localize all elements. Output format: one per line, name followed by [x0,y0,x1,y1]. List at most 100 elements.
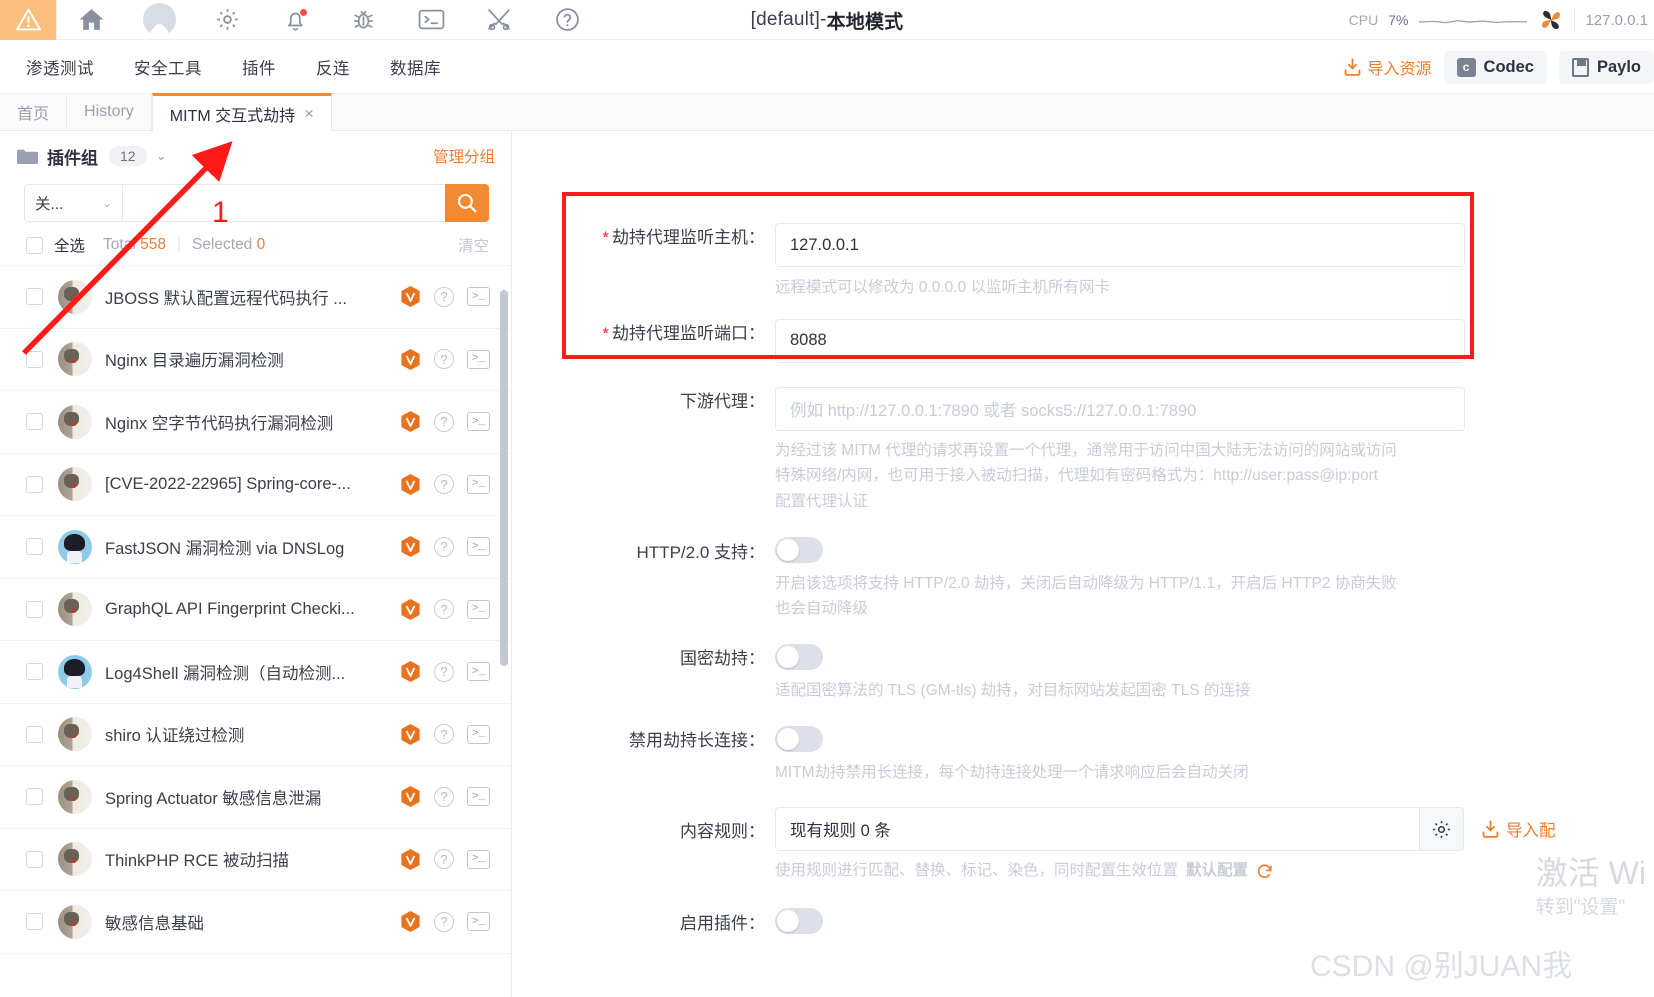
bell-icon[interactable] [261,0,329,40]
enable-plugin-toggle[interactable] [775,908,823,935]
help-icon[interactable]: ? [434,786,454,807]
yakit-hex-icon[interactable] [400,723,421,746]
pinwheel-icon[interactable] [1538,7,1564,33]
refresh-icon[interactable] [1256,863,1273,880]
help-icon[interactable]: ? [434,286,454,307]
codec-button[interactable]: c Codec [1443,50,1547,84]
list-item[interactable]: shiro 认证绕过检测 ? >_ [0,704,512,766]
help-icon[interactable]: ? [434,911,454,932]
content-rules-settings-button[interactable] [1420,807,1464,852]
content-rules-input[interactable]: 现有规则 0 条 [775,807,1420,852]
plugin-list-scrollbar[interactable] [500,290,508,666]
help-icon[interactable]: ? [434,724,454,745]
help-icon[interactable] [533,0,601,40]
terminal-icon[interactable]: >_ [467,474,490,494]
http2-toggle[interactable] [775,537,823,564]
terminal-icon[interactable] [397,0,465,40]
help-icon[interactable]: ? [434,661,454,682]
yakit-hex-icon[interactable] [400,285,421,308]
list-item[interactable]: Nginx 目录遍历漏洞检测 ? >_ [0,329,512,391]
list-item[interactable]: ThinkPHP RCE 被动扫描 ? >_ [0,829,512,891]
search-scope-select[interactable]: 关... ⌄ [24,184,122,222]
terminal-icon[interactable]: >_ [467,787,490,807]
bug-icon[interactable] [329,0,397,40]
help-icon[interactable]: ? [434,536,454,557]
list-item[interactable]: 敏感信息基础 ? >_ [0,891,512,954]
disable-keepalive-toggle[interactable] [775,725,823,752]
menu-item-database[interactable]: 数据库 [370,40,461,94]
plugin-checkbox[interactable] [26,913,43,931]
menu-item-pentest[interactable]: 渗透测试 [6,40,114,94]
terminal-icon[interactable]: >_ [467,912,490,932]
help-icon[interactable]: ? [434,599,454,620]
plugin-name: shiro 认证绕过检测 [105,727,245,746]
terminal-icon[interactable]: >_ [467,349,490,369]
select-all-checkbox[interactable] [26,236,43,254]
terminal-icon[interactable]: >_ [467,287,490,307]
downstream-proxy-input[interactable]: 例如 http://127.0.0.1:7890 或者 socks5://127… [775,386,1465,431]
yakit-hex-icon[interactable] [400,910,421,933]
warning-triangle-icon[interactable] [0,0,57,40]
list-item[interactable]: GraphQL API Fingerprint Checki... ? >_ [0,579,512,641]
plugin-checkbox[interactable] [26,350,43,368]
home-icon[interactable] [57,0,125,40]
listen-host-input[interactable]: 127.0.0.1 [775,223,1465,267]
tab-mitm[interactable]: MITM 交互式劫持 × [151,93,333,131]
user-avatar-icon[interactable] [125,0,193,40]
help-icon[interactable]: ? [434,474,454,495]
plugin-checkbox[interactable] [26,288,43,306]
help-icon[interactable]: ? [434,411,454,432]
yakit-hex-icon[interactable] [400,473,421,496]
list-item[interactable]: Log4Shell 漏洞检测（自动检测... ? >_ [0,641,512,704]
plugin-checkbox[interactable] [26,788,43,806]
terminal-icon[interactable]: >_ [467,662,490,682]
close-icon[interactable]: × [304,104,314,124]
menu-item-reverse-shell[interactable]: 反连 [296,40,370,94]
list-item[interactable]: [CVE-2022-22965] Spring-core-... ? >_ [0,454,512,516]
default-config-link[interactable]: 默认配置 [1186,859,1248,884]
tools-icon[interactable] [465,0,533,40]
yakit-hex-icon[interactable] [400,410,421,433]
plugin-checkbox[interactable] [26,663,43,681]
plugin-checkbox[interactable] [26,538,43,556]
listen-port-input[interactable]: 8088 [775,318,1465,363]
plugin-checkbox[interactable] [26,850,43,868]
manage-groups-link[interactable]: 管理分组 [433,145,495,167]
tab-history[interactable]: History [67,94,152,130]
payload-button[interactable]: Paylo [1558,50,1654,84]
tab-home[interactable]: 首页 [0,94,68,130]
plugin-checkbox[interactable] [26,725,43,743]
gmtls-toggle[interactable] [775,643,823,670]
list-item[interactable]: Nginx 空字节代码执行漏洞检测 ? >_ [0,391,512,454]
configure-proxy-auth-link[interactable]: 配置代理认证 [775,490,1495,515]
gear-icon[interactable] [193,0,261,40]
plugin-list[interactable]: JBOSS 默认配置远程代码执行 ... ? >_ Nginx 目录遍历漏洞检测… [0,265,512,997]
import-config-button[interactable]: 导入配 [1481,817,1556,841]
plugin-search-input[interactable] [122,184,445,222]
terminal-icon[interactable]: >_ [467,849,490,869]
plugin-checkbox[interactable] [26,413,43,431]
plugin-checkbox[interactable] [26,600,43,618]
list-item[interactable]: Spring Actuator 敏感信息泄漏 ? >_ [0,766,512,829]
import-resource-button[interactable]: 导入资源 [1343,55,1432,79]
yakit-hex-icon[interactable] [400,535,421,558]
terminal-icon[interactable]: >_ [467,412,490,432]
terminal-icon[interactable]: >_ [467,537,490,557]
yakit-hex-icon[interactable] [400,785,421,808]
search-button[interactable] [445,184,489,222]
chevron-down-icon[interactable]: ⌄ [156,148,167,164]
list-item[interactable]: FastJSON 漏洞检测 via DNSLog ? >_ [0,516,512,579]
list-item[interactable]: JBOSS 默认配置远程代码执行 ... ? >_ [0,266,512,329]
menu-item-security-tools[interactable]: 安全工具 [114,40,222,94]
clear-selection-link[interactable]: 清空 [458,234,489,256]
help-icon[interactable]: ? [434,849,454,870]
yakit-hex-icon[interactable] [400,598,421,621]
yakit-hex-icon[interactable] [400,848,421,871]
terminal-icon[interactable]: >_ [467,599,490,619]
plugin-checkbox[interactable] [26,475,43,493]
terminal-icon[interactable]: >_ [467,724,490,744]
help-icon[interactable]: ? [434,349,454,370]
yakit-hex-icon[interactable] [400,348,421,371]
menu-item-plugins[interactable]: 插件 [222,40,296,94]
yakit-hex-icon[interactable] [400,660,421,683]
